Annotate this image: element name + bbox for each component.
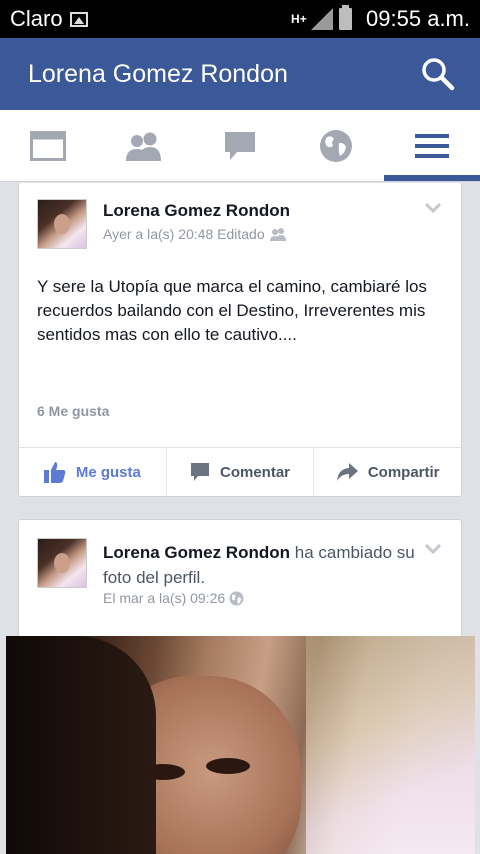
friends-icon xyxy=(126,132,161,161)
post-author[interactable]: Lorena Gomez Rondon xyxy=(103,201,290,221)
comment-icon xyxy=(191,463,209,481)
photo-eye xyxy=(206,758,250,774)
status-indicators: H+ 09:55 a.m. xyxy=(291,0,470,38)
avatar[interactable] xyxy=(37,538,87,588)
post-meta: Ayer a la(s) 20:48 Editado xyxy=(103,226,287,242)
chevron-down-icon[interactable] xyxy=(425,203,441,213)
post-actions: Me gusta Comentar Compartir xyxy=(19,447,461,496)
signal-icon xyxy=(311,8,334,30)
like-label: Me gusta xyxy=(75,463,141,481)
comment-label: Comentar xyxy=(220,463,291,481)
app-header: Lorena Gomez Rondon xyxy=(0,38,480,110)
tab-friends[interactable] xyxy=(96,110,192,181)
post-timestamp[interactable]: El mar a la(s) 09:26 xyxy=(103,590,225,606)
chevron-down-icon[interactable] xyxy=(425,544,441,554)
friends-icon xyxy=(269,228,286,241)
share-label: Compartir xyxy=(367,463,440,481)
like-button[interactable]: Me gusta xyxy=(19,448,166,496)
gallery-notification-icon xyxy=(69,11,88,27)
news-feed-icon xyxy=(30,130,66,161)
tab-notifications[interactable] xyxy=(288,110,384,181)
carrier-name: Claro xyxy=(10,6,63,31)
menu-icon xyxy=(415,133,449,158)
post-author[interactable]: Lorena Gomez Rondon xyxy=(103,543,290,562)
photo-hair xyxy=(6,636,156,854)
search-icon[interactable] xyxy=(421,57,455,91)
profile-photo[interactable] xyxy=(6,636,475,854)
comment-button[interactable]: Comentar xyxy=(165,448,314,496)
avatar[interactable] xyxy=(37,199,87,249)
likes-count[interactable]: 6 Me gusta xyxy=(37,403,109,419)
status-bar: Claro H+ 09:55 a.m. xyxy=(0,0,480,38)
thumbs-up-icon xyxy=(43,462,66,483)
tab-menu[interactable] xyxy=(384,110,480,181)
post-text: Y sere la Utopía que marca el camino, ca… xyxy=(37,277,427,344)
photo-eye xyxy=(141,764,185,780)
post-timestamp[interactable]: Ayer a la(s) 20:48 Editado xyxy=(103,226,265,242)
globe-icon xyxy=(320,129,352,162)
clock: 09:55 a.m. xyxy=(366,6,470,31)
share-button[interactable]: Compartir xyxy=(313,448,461,496)
post-card: Lorena Gomez Rondon Ayer a la(s) 20:48 E… xyxy=(18,183,462,497)
battery-icon xyxy=(339,5,353,30)
tab-messages[interactable] xyxy=(192,110,288,181)
tab-news-feed[interactable] xyxy=(0,110,96,181)
tab-bar xyxy=(0,110,480,182)
post-meta: El mar a la(s) 09:26 xyxy=(103,590,244,606)
photo-background xyxy=(306,636,475,854)
messages-icon xyxy=(225,131,255,160)
page-title: Lorena Gomez Rondon xyxy=(28,59,288,88)
post-headline: Lorena Gomez Rondon ha cambiado su foto … xyxy=(103,540,433,590)
globe-icon xyxy=(229,591,244,605)
network-type-label: H+ xyxy=(291,11,307,26)
share-icon xyxy=(336,463,358,481)
